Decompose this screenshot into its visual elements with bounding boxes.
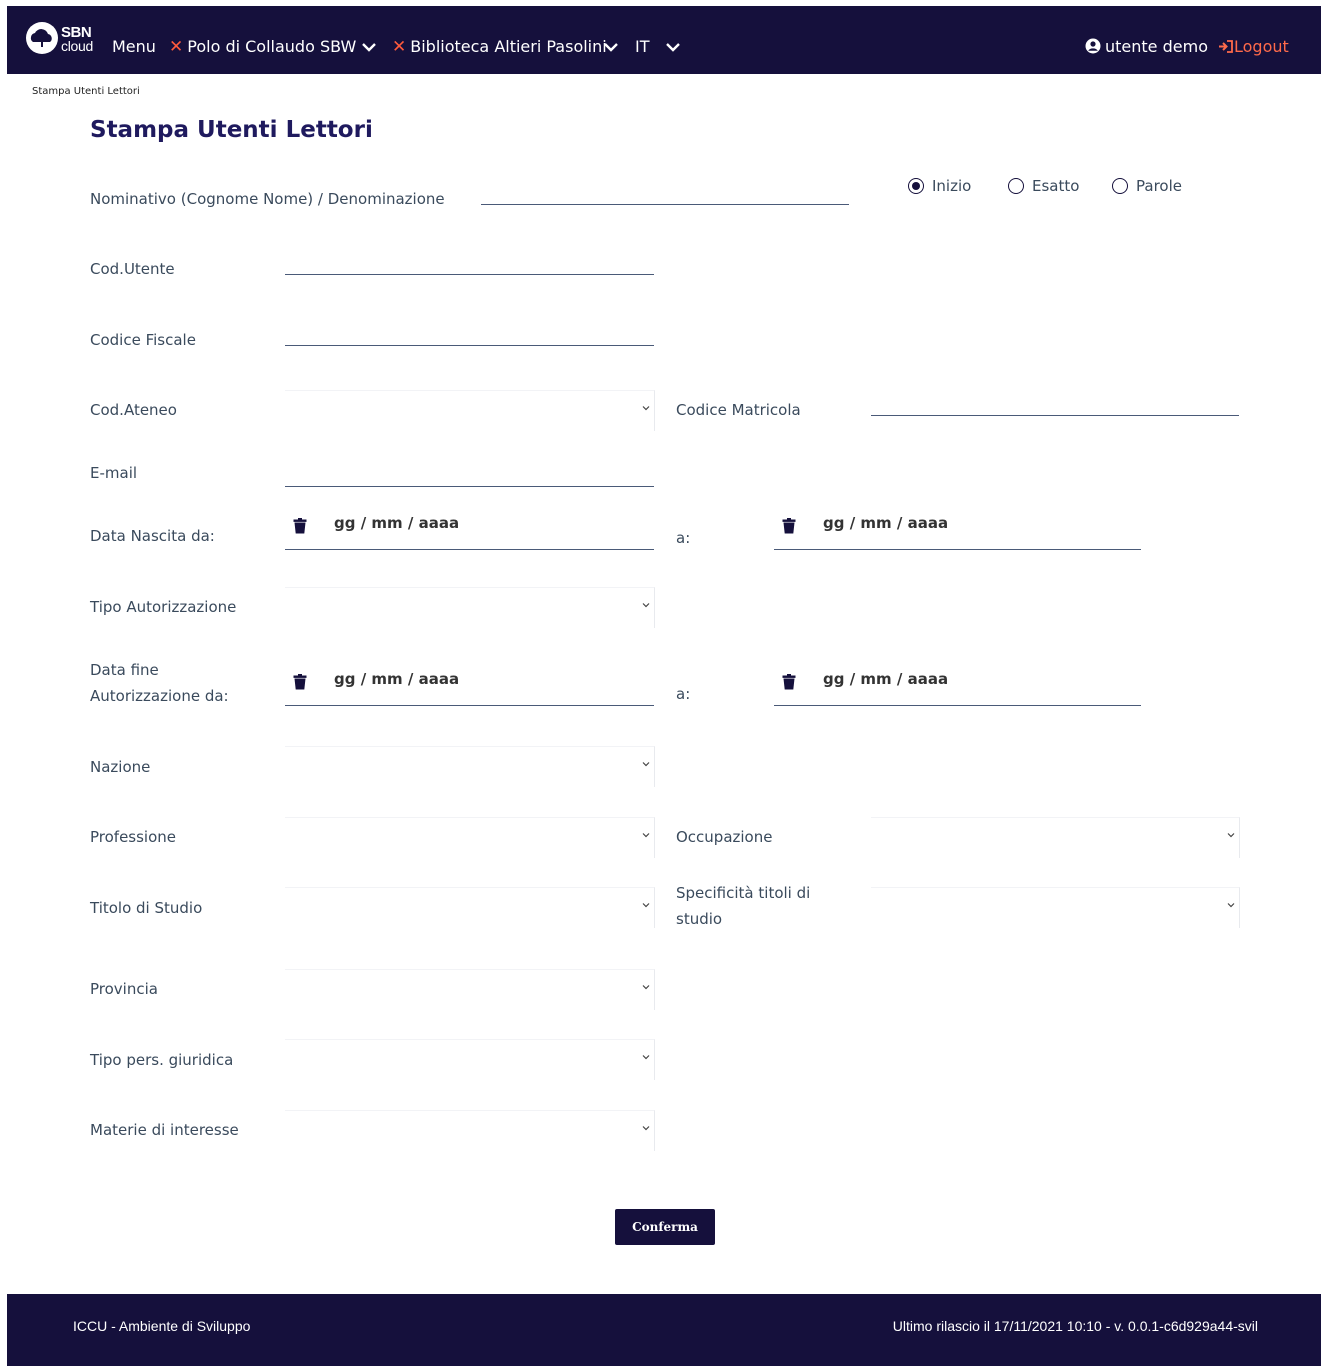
radio-parole[interactable]: Parole <box>1112 177 1182 195</box>
chevron-down-icon[interactable] <box>666 43 680 52</box>
top-navbar: SBN cloud Menu ✕ Polo di Collaudo SBW ✕ Bi… <box>7 6 1321 74</box>
occupazione-label: Occupazione <box>676 828 773 846</box>
provincia-select[interactable] <box>285 969 655 1010</box>
chevron-down-icon <box>642 903 650 908</box>
data-nascita-a-label: a: <box>676 529 691 547</box>
user-name: utente demo <box>1105 37 1208 56</box>
logo-text-cloud: cloud <box>61 38 93 54</box>
close-icon[interactable]: ✕ <box>169 37 183 57</box>
radio-inizio-label: Inizio <box>932 177 972 195</box>
occupazione-select[interactable] <box>871 817 1240 858</box>
breadcrumb: Stampa Utenti Lettori <box>32 86 140 97</box>
trash-icon[interactable] <box>293 674 307 690</box>
codice-matricola-label: Codice Matricola <box>676 401 801 419</box>
footer-version: Ultimo rilascio il 17/11/2021 10:10 - v.… <box>892 1318 1258 1334</box>
radio-selected-icon[interactable] <box>908 178 924 194</box>
nazione-label: Nazione <box>90 758 151 776</box>
data-nascita-label: Data Nascita da: <box>90 527 215 545</box>
tipo-autorizzazione-select[interactable] <box>285 587 655 628</box>
date-placeholder: gg / mm / aaaa <box>334 670 460 688</box>
polo-label: Polo di Collaudo SBW <box>187 37 357 56</box>
cloud-logo-icon <box>26 22 58 54</box>
tipo-pers-select[interactable] <box>285 1039 655 1080</box>
sign-in-icon <box>1219 40 1233 53</box>
radio-parole-label: Parole <box>1136 177 1182 195</box>
codice-fiscale-label: Codice Fiscale <box>90 331 196 349</box>
trash-icon[interactable] <box>782 518 796 534</box>
chevron-down-icon <box>642 985 650 990</box>
trash-icon[interactable] <box>782 674 796 690</box>
chevron-down-icon[interactable] <box>604 43 618 52</box>
specificita-select[interactable] <box>871 887 1240 928</box>
email-input[interactable] <box>285 456 654 487</box>
radio-unselected-icon[interactable] <box>1008 178 1024 194</box>
nazione-select[interactable] <box>285 746 655 787</box>
cod-ateneo-select[interactable] <box>285 390 655 431</box>
radio-esatto[interactable]: Esatto <box>1008 177 1079 195</box>
tipo-pers-label: Tipo pers. giuridica <box>90 1051 234 1069</box>
specificita-label-line2: studio <box>676 910 723 928</box>
polo-selector[interactable]: ✕ Polo di Collaudo SBW <box>169 37 356 57</box>
chevron-down-icon <box>642 833 650 838</box>
logout-label: Logout <box>1234 37 1289 56</box>
email-label: E-mail <box>90 464 138 482</box>
page-title: Stampa Utenti Lettori <box>90 117 373 143</box>
specificita-label-line1: Specificità titoli di <box>676 884 811 902</box>
data-fine-da-input[interactable]: gg / mm / aaaa <box>285 665 654 706</box>
chevron-down-icon <box>642 762 650 767</box>
confirm-button[interactable]: Conferma <box>615 1209 715 1245</box>
provincia-label: Provincia <box>90 980 158 998</box>
biblioteca-selector[interactable]: ✕ Biblioteca Altieri Pasolini <box>392 37 607 57</box>
radio-unselected-icon[interactable] <box>1112 178 1128 194</box>
sbn-cloud-logo[interactable]: SBN cloud <box>25 22 109 58</box>
biblioteca-label: Biblioteca Altieri Pasolini <box>410 37 607 56</box>
materie-label: Materie di interesse <box>90 1121 239 1139</box>
date-placeholder: gg / mm / aaaa <box>823 670 949 688</box>
tipo-autorizzazione-label: Tipo Autorizzazione <box>90 598 237 616</box>
language-selector[interactable]: IT <box>635 37 650 56</box>
date-placeholder: gg / mm / aaaa <box>334 514 460 532</box>
logout-link[interactable]: Logout <box>1218 37 1289 56</box>
chevron-down-icon <box>642 1055 650 1060</box>
chevron-down-icon <box>1227 903 1235 908</box>
radio-esatto-label: Esatto <box>1032 177 1080 195</box>
chevron-down-icon <box>642 603 650 608</box>
chevron-down-icon[interactable] <box>362 43 376 52</box>
data-nascita-a-input[interactable]: gg / mm / aaaa <box>774 509 1141 550</box>
materie-select[interactable] <box>285 1110 655 1151</box>
nominativo-input[interactable] <box>481 174 849 205</box>
cod-utente-label: Cod.Utente <box>90 260 175 278</box>
menu-button[interactable]: Menu <box>112 37 156 56</box>
close-icon[interactable]: ✕ <box>392 37 406 57</box>
codice-matricola-input[interactable] <box>871 385 1239 416</box>
user-circle-icon <box>1085 38 1101 54</box>
cod-utente-input[interactable] <box>285 244 654 275</box>
nominativo-label: Nominativo (Cognome Nome) / Denominazion… <box>90 190 445 208</box>
chevron-down-icon <box>642 406 650 411</box>
chevron-down-icon <box>642 1126 650 1131</box>
professione-label: Professione <box>90 828 177 846</box>
radio-inizio[interactable]: Inizio <box>908 177 971 195</box>
titolo-studio-label: Titolo di Studio <box>90 899 203 917</box>
footer-environment: ICCU - Ambiente di Sviluppo <box>73 1318 251 1334</box>
codice-fiscale-input[interactable] <box>285 315 654 346</box>
trash-icon[interactable] <box>293 518 307 534</box>
professione-select[interactable] <box>285 817 655 858</box>
user-menu[interactable]: utente demo <box>1085 37 1208 56</box>
cod-ateneo-label: Cod.Ateneo <box>90 401 177 419</box>
footer: ICCU - Ambiente di Sviluppo Ultimo rilas… <box>7 1294 1321 1366</box>
data-fine-a-input[interactable]: gg / mm / aaaa <box>774 665 1141 706</box>
date-placeholder: gg / mm / aaaa <box>823 514 949 532</box>
data-nascita-da-input[interactable]: gg / mm / aaaa <box>285 509 654 550</box>
data-fine-label-line1: Data fine <box>90 661 159 679</box>
data-fine-a-label: a: <box>676 685 691 703</box>
titolo-studio-select[interactable] <box>285 887 655 928</box>
chevron-down-icon <box>1227 833 1235 838</box>
data-fine-label-line2: Autorizzazione da: <box>90 687 229 705</box>
